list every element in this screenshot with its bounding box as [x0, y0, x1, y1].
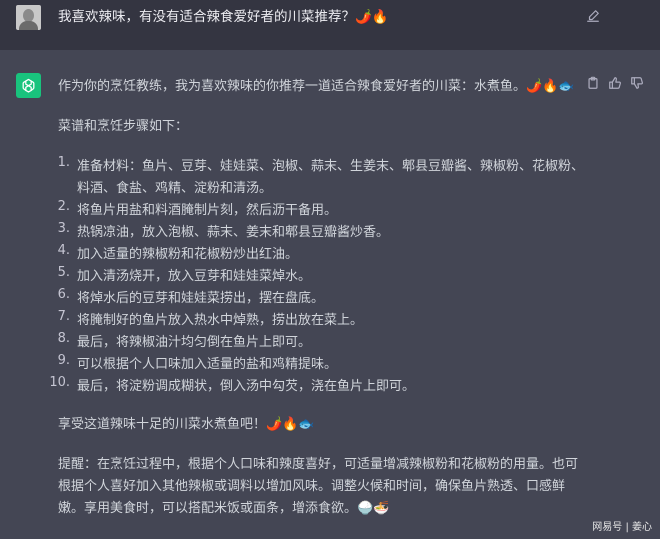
step-text: 最后，将淀粉调成糊状，倒入汤中勾芡，浇在鱼片上即可。 [77, 379, 416, 394]
edit-icon[interactable] [586, 9, 600, 23]
step-text: 可以根据个人口味加入适量的盐和鸡精提味。 [77, 357, 338, 372]
step-number: 3. [57, 221, 70, 236]
step-text: 将腌制好的鱼片放入热水中焯熟，捞出放在菜上。 [77, 313, 364, 328]
steps-heading: 菜谱和烹饪步骤如下： [58, 119, 189, 134]
tip-text-continued: 根据个人喜好加入其他辣椒或调料以增加风味。调整火候和时间，确保鱼片熟透、口感鲜 [58, 479, 566, 494]
step-text: 将鱼片用盐和料酒腌制片刻，然后沥干备用。 [77, 203, 338, 218]
clipboard-icon[interactable] [586, 76, 600, 90]
thumbs-up-icon[interactable] [608, 76, 622, 90]
step-number: 7. [57, 309, 70, 324]
user-message-row: 我喜欢辣味，有没有适合辣食爱好者的川菜推荐？🌶️🔥 [0, 0, 660, 50]
step-text: 准备材料：鱼片、豆芽、娃娃菜、泡椒、蒜末、生姜末、郫县豆瓣酱、辣椒粉、花椒粉、 [77, 159, 585, 174]
openai-logo-icon [16, 73, 41, 98]
step-number: 1. [57, 155, 70, 170]
step-text: 将焯水后的豆芽和娃娃菜捞出，摆在盘底。 [77, 291, 325, 306]
tip-text-continued: 嫩。享用美食时，可以搭配米饭或面条，增添食欲。🍚🍜 [58, 501, 390, 516]
step-number: 9. [57, 353, 70, 368]
step-text: 最后，将辣椒油汁均匀倒在鱼片上即可。 [77, 335, 312, 350]
step-text: 加入适量的辣椒粉和花椒粉炒出红油。 [77, 247, 299, 262]
thumbs-down-icon[interactable] [630, 76, 644, 90]
tip-text: 提醒：在烹饪过程中，根据个人口味和辣度喜好，可适量增减辣椒粉和花椒粉的用量。也可 [58, 457, 579, 472]
step-text: 加入清汤烧开，放入豆芽和娃娃菜焯水。 [77, 269, 312, 284]
closing-text: 享受这道辣味十足的川菜水煮鱼吧！🌶️🔥🐟 [58, 417, 315, 432]
step-number: 4. [57, 243, 70, 258]
step-text: 热锅凉油，放入泡椒、蒜末、姜末和郫县豆瓣酱炒香。 [77, 225, 390, 240]
step-number: 5. [57, 265, 70, 280]
step-number: 2. [57, 199, 70, 214]
user-message-text: 我喜欢辣味，有没有适合辣食爱好者的川菜推荐？🌶️🔥 [58, 9, 389, 25]
watermark: 网易号 | 姜心 [592, 522, 652, 533]
step-number: 10. [49, 375, 70, 390]
user-avatar [16, 5, 41, 30]
step-number: 8. [57, 331, 70, 346]
step-text-continued: 料酒、食盐、鸡精、淀粉和清汤。 [77, 181, 273, 196]
step-number: 6. [57, 287, 70, 302]
assistant-intro: 作为你的烹饪教练，我为喜欢辣味的你推荐一道适合辣食爱好者的川菜：水煮鱼。🌶️🔥🐟 [58, 79, 575, 94]
